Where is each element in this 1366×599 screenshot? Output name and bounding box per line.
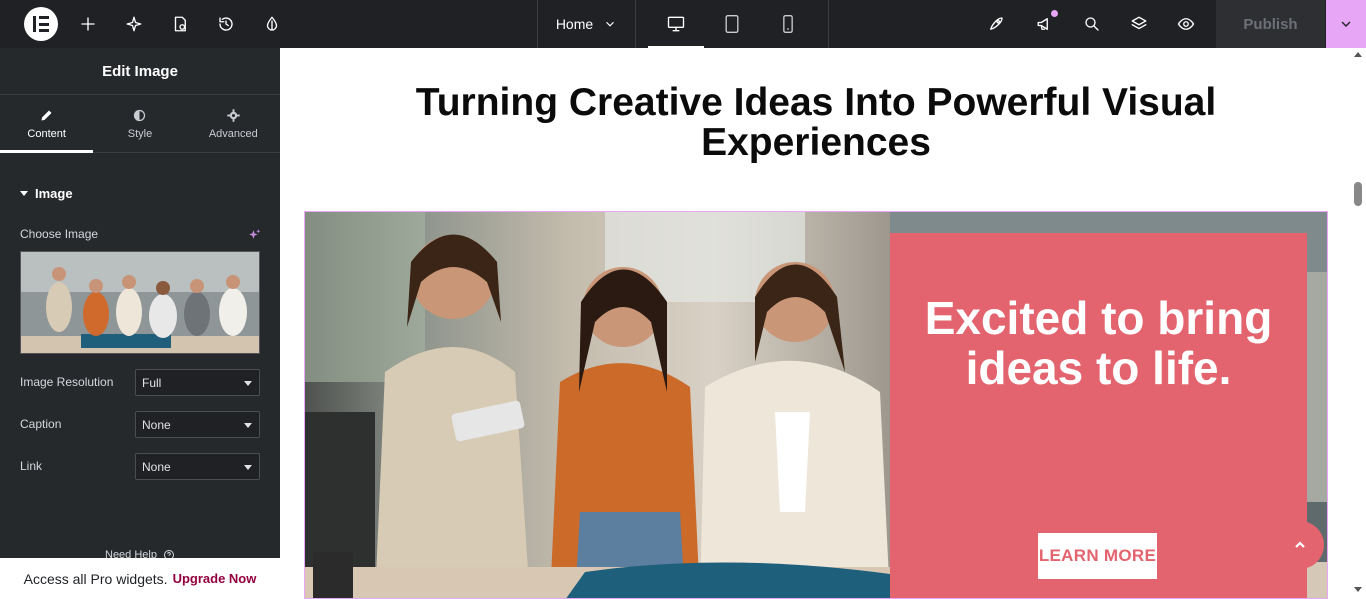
chevron-up-icon <box>1295 541 1305 548</box>
desktop-view-icon[interactable] <box>648 0 704 48</box>
select-value: Full <box>142 375 162 390</box>
page-heading[interactable]: Turning Creative Ideas Into Powerful Vis… <box>350 83 1282 163</box>
caption-select[interactable]: None <box>135 411 260 438</box>
caret-down-icon <box>244 381 252 386</box>
publish-button[interactable]: Publish <box>1216 0 1325 48</box>
site-settings-drop-icon[interactable] <box>260 12 284 36</box>
chevron-down-icon <box>1341 21 1351 27</box>
canvas-scrollbar[interactable] <box>1350 48 1366 599</box>
image-thumbnail[interactable] <box>20 251 260 354</box>
caret-down-icon <box>244 423 252 428</box>
tab-style[interactable]: Style <box>93 95 186 152</box>
chevron-down-icon <box>606 21 615 27</box>
learn-more-button[interactable]: LEARN MORE <box>1038 533 1157 579</box>
choose-image-label: Choose Image <box>20 227 99 241</box>
contrast-icon <box>134 109 146 121</box>
search-icon[interactable] <box>1080 12 1104 36</box>
section-title: Image <box>35 186 73 201</box>
image-resolution-label: Image Resolution <box>20 375 114 389</box>
link-label: Link <box>20 459 43 473</box>
rocket-icon[interactable] <box>984 12 1008 36</box>
tab-content[interactable]: Content <box>0 95 94 153</box>
history-icon[interactable] <box>214 12 238 36</box>
tablet-view-icon[interactable] <box>704 0 760 48</box>
image-widget[interactable]: Excited to bring ideas to life. LEARN MO… <box>304 211 1328 599</box>
section-toggle-image[interactable]: Image <box>20 186 73 201</box>
upgrade-banner: Access all Pro widgets. Upgrade Now <box>0 558 280 599</box>
notification-dot <box>1051 10 1058 17</box>
top-toolbar: Home Publish <box>0 0 1366 48</box>
team-photo <box>305 212 890 598</box>
mobile-view-icon[interactable] <box>760 0 816 48</box>
team-photo-thumbnail <box>21 252 259 353</box>
upgrade-text: Access all Pro widgets. <box>23 570 168 587</box>
tab-label: Style <box>127 127 153 140</box>
select-value: None <box>142 417 171 432</box>
promo-headline: Excited to bring ideas to life. <box>924 292 1273 394</box>
preview-canvas: Turning Creative Ideas Into Powerful Vis… <box>280 48 1350 599</box>
page-selector-dropdown[interactable]: Home <box>538 0 635 48</box>
image-resolution-select[interactable]: Full <box>135 369 260 396</box>
ai-sparkle-icon[interactable] <box>122 12 146 36</box>
publish-options-button[interactable] <box>1326 0 1366 48</box>
upgrade-now-link[interactable]: Upgrade Now <box>173 571 257 586</box>
gear-icon <box>227 108 240 122</box>
select-value: None <box>142 459 171 474</box>
elementor-logo-icon[interactable] <box>24 7 58 41</box>
layers-icon[interactable] <box>1127 12 1151 36</box>
caret-down-icon <box>20 191 28 196</box>
tab-advanced[interactable]: Advanced <box>187 95 280 152</box>
caption-label: Caption <box>20 417 62 431</box>
caret-down-icon <box>244 465 252 470</box>
tab-label: Content <box>27 127 66 140</box>
scroll-up-arrow-icon[interactable] <box>1354 52 1362 57</box>
ai-sparkle-icon[interactable] <box>248 228 261 241</box>
promo-card: Excited to bring ideas to life. LEARN MO… <box>890 233 1307 598</box>
panel-title: Edit Image <box>0 48 280 95</box>
page-name: Home <box>555 16 594 32</box>
editor-panel: Edit Image Content Style Advanced Image … <box>0 48 280 599</box>
panel-tabs: Content Style Advanced <box>0 95 280 153</box>
add-element-icon[interactable] <box>76 12 100 36</box>
preview-eye-icon[interactable] <box>1174 12 1198 36</box>
tab-label: Advanced <box>208 127 258 140</box>
scroll-down-arrow-icon[interactable] <box>1354 587 1362 592</box>
scrollbar-thumb[interactable] <box>1354 182 1362 206</box>
link-select[interactable]: None <box>135 453 260 480</box>
page-settings-icon[interactable] <box>168 12 192 36</box>
pencil-icon <box>41 110 52 120</box>
scroll-to-top-button[interactable] <box>1276 521 1324 569</box>
